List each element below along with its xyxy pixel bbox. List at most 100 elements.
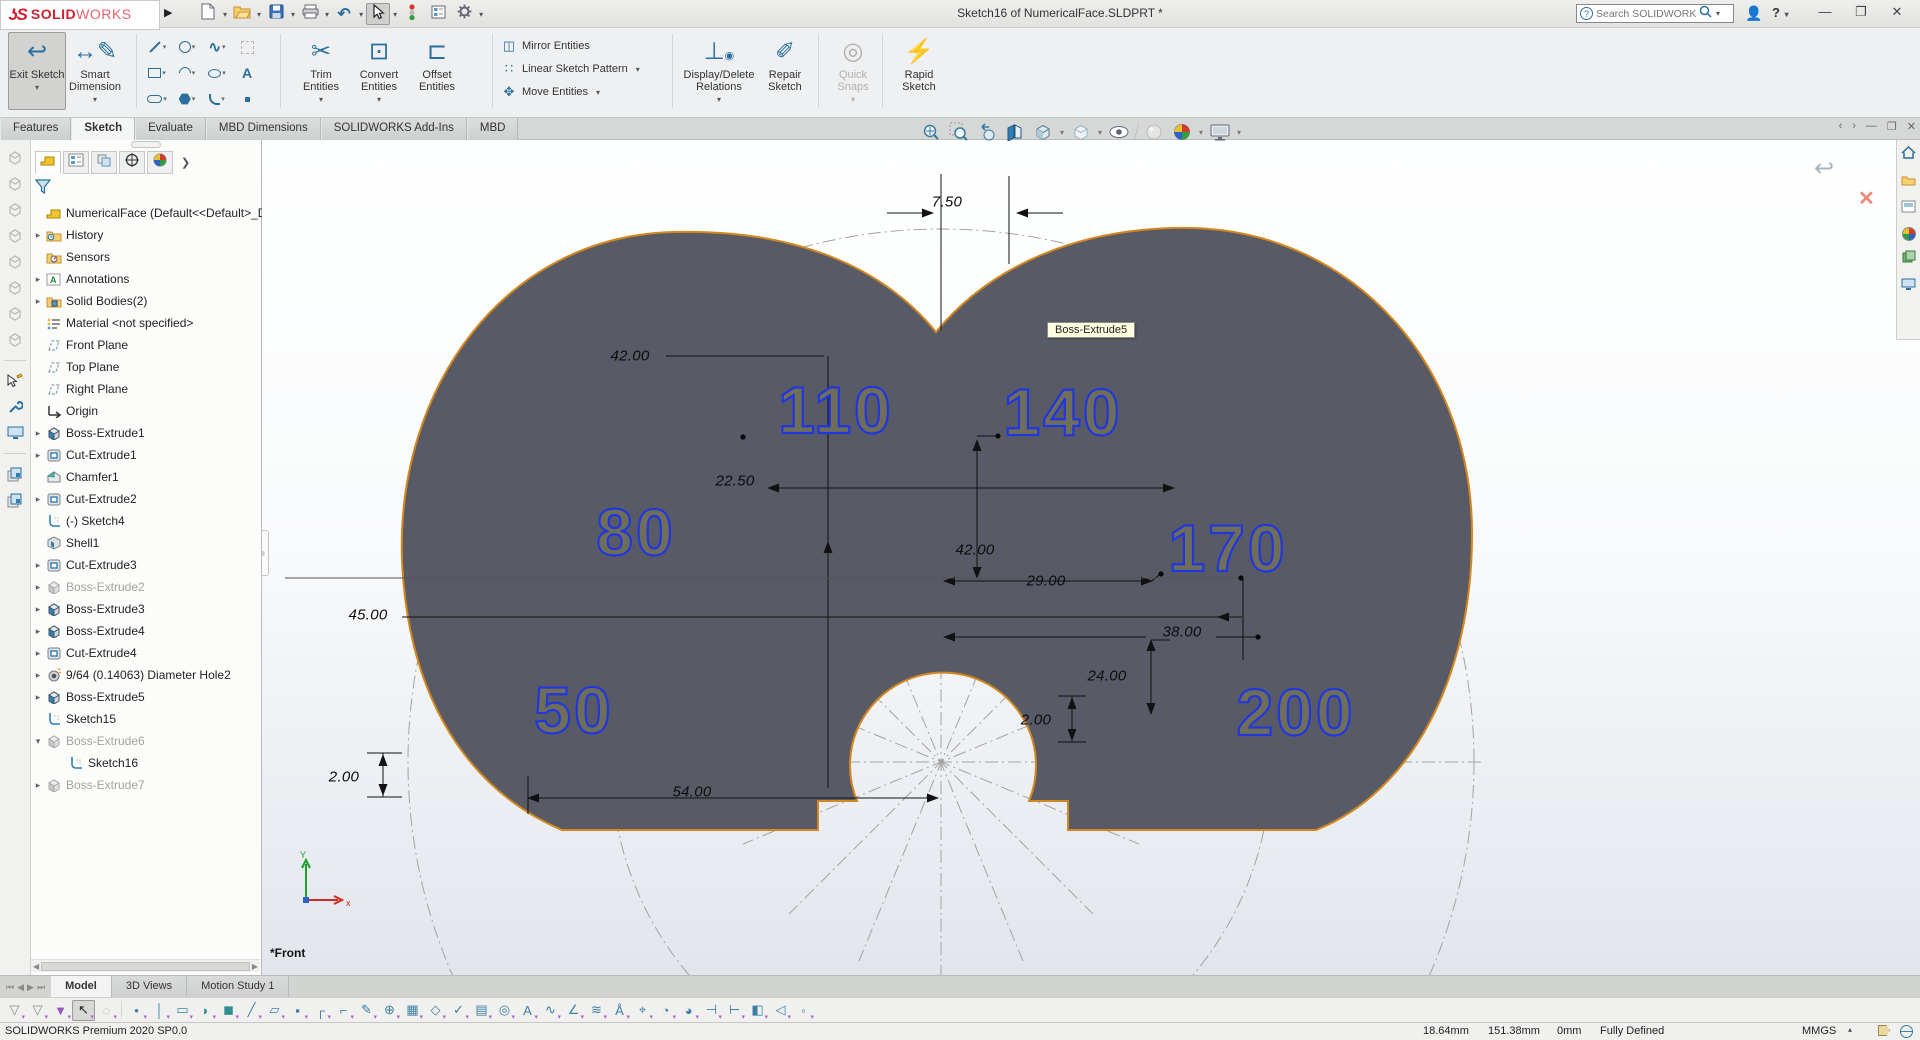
pattern-icon[interactable]: ⌐ ▾ [332, 1000, 355, 1021]
section-plane-icon[interactable]: ▱ ▾ [263, 1000, 286, 1021]
tree-item-shell1[interactable]: Shell1 [31, 532, 260, 554]
close-button[interactable]: ✕ [1884, 4, 1910, 20]
tree-item-top-plane[interactable]: Top Plane [31, 356, 260, 378]
corner-rectangle-icon[interactable]: ▭ ▾ [171, 1000, 194, 1021]
polygon-tool[interactable]: ▾ [172, 86, 202, 112]
tab-model[interactable]: Model [51, 976, 112, 998]
file-properties-button[interactable] [426, 3, 450, 25]
units-selector[interactable]: MMGS [1802, 1025, 1836, 1037]
tree-item-history[interactable]: ▸ History [31, 224, 260, 246]
tab-features[interactable]: Features [0, 118, 72, 140]
expand-arrow-icon[interactable]: ▸ [31, 296, 45, 307]
configuration-manager-tab[interactable] [91, 150, 117, 174]
options-gear-button[interactable] [452, 3, 476, 25]
spline-tool[interactable]: ∿ ▾ [202, 34, 232, 60]
doc-restore-icon[interactable]: ❐ [1887, 120, 1897, 133]
panel-collapse-pill[interactable] [131, 141, 161, 148]
edit-appearance-icon[interactable] [1143, 121, 1165, 143]
view-cube-5-icon[interactable] [5, 252, 25, 272]
tree-item-boss-extrude5[interactable]: ▸ Boss-Extrude5 [31, 686, 260, 708]
dimension-label-22-50[interactable]: 22.50 [715, 473, 754, 490]
property-manager-tab[interactable] [63, 150, 89, 174]
circle-tool[interactable]: ▾ [172, 34, 202, 60]
view-orientation-icon[interactable] [1032, 121, 1054, 143]
tree-item-chamfer1[interactable]: Chamfer1 [31, 466, 260, 488]
view-cube-2-icon[interactable] [5, 174, 25, 194]
expand-arrow-icon[interactable]: ▸ [31, 648, 45, 659]
scroll-right-icon[interactable]: ▶ [252, 962, 258, 971]
offset-entities-button[interactable]: ⊏ Offset Entities [408, 32, 466, 110]
tree-item-cut-extrude1[interactable]: ▸ Cut-Extrude1 [31, 444, 260, 466]
display-window-icon[interactable] [5, 423, 25, 443]
tree-item-material-not-specified[interactable]: Material <not specified> [31, 312, 260, 334]
restore-button[interactable]: ❐ [1848, 4, 1874, 20]
ellipse-tool[interactable]: ▾ [202, 60, 232, 86]
rectangle-tool[interactable]: ▾ [142, 60, 172, 86]
quarter-section-icon[interactable]: ◔ ▾ [654, 1000, 677, 1021]
repair-tool-icon[interactable] [5, 397, 25, 417]
tree-item-9-64-0-14063-diameter-hole2[interactable]: ▸ 9/64 (0.14063) Diameter Hole2 [31, 664, 260, 686]
fillet-tool[interactable]: ▾ [202, 86, 232, 112]
dimension-label-2-00-a[interactable]: 2.00 [1021, 712, 1051, 729]
mirror-entities-button[interactable]: ◫ Mirror Entities [500, 36, 640, 56]
doc-prev-icon[interactable]: ‹ [1839, 120, 1843, 133]
grid-system-icon[interactable]: ▦ ▾ [401, 1000, 424, 1021]
exit-sketch-button[interactable]: ↩ Exit Sketch ▾ [8, 32, 66, 110]
menu-flyout-arrow[interactable]: ▶ [164, 6, 172, 19]
panel-tab-expand-icon[interactable]: ❯ [181, 156, 190, 169]
help-menu[interactable]: ? ▾ [1772, 5, 1790, 20]
open-document-button[interactable] [230, 3, 254, 25]
tree-item-boss-extrude2[interactable]: ▸ Boss-Extrude2 [31, 576, 260, 598]
sketch-point-icon[interactable]: • ▾ [125, 1000, 148, 1021]
sketch-picture-tool[interactable] [232, 34, 262, 60]
select-cursor-icon[interactable]: ↖ ▾ [72, 999, 95, 1021]
filter-wireframe-icon[interactable]: ▽ ▾ [26, 1000, 49, 1021]
dropdown-caret-icon[interactable]: ▾ [1199, 128, 1203, 137]
tree-filter-row[interactable] [34, 178, 52, 200]
save-button[interactable] [264, 3, 288, 25]
tree-item-annotations[interactable]: ▸ A Annotations [31, 268, 260, 290]
centerline-icon[interactable]: │ ▾ [148, 1000, 171, 1021]
login-user-icon[interactable]: 👤 [1745, 5, 1762, 22]
dimxpert-manager-tab[interactable] [119, 150, 145, 174]
graphics-viewport[interactable]: Y x 7.50 42.00 22.50 42.00 29.00 38.00 2… [262, 140, 1920, 975]
line-tool-icon[interactable]: ╱ ▾ [240, 1000, 263, 1021]
filter-graphics-icon[interactable]: ▼ ▾ [49, 1000, 72, 1021]
section-view-icon[interactable] [1004, 121, 1026, 143]
dropdown-caret-icon[interactable]: ▾ [1060, 128, 1064, 137]
view-cube-8-icon[interactable] [5, 330, 25, 350]
display-manager-tab[interactable] [147, 150, 173, 174]
expand-arrow-icon[interactable]: ▸ [31, 692, 45, 703]
panel-horizontal-scrollbar[interactable]: ◀ ▶ [31, 959, 260, 972]
dimension-label-24-00[interactable]: 24.00 [1087, 668, 1126, 685]
expand-arrow-icon[interactable]: ▸ [31, 494, 45, 505]
tree-item-boss-extrude7[interactable]: ▸ Boss-Extrude7 [31, 774, 260, 796]
tree-item-cut-extrude3[interactable]: ▸ Cut-Extrude3 [31, 554, 260, 576]
doc-next-icon[interactable]: › [1852, 120, 1856, 133]
point-icon[interactable]: ▪ ▾ [286, 1000, 309, 1021]
tab-motion-study-1[interactable]: Motion Study 1 [187, 976, 290, 998]
expand-arrow-icon[interactable]: ▸ [31, 582, 45, 593]
point-tool[interactable] [232, 86, 262, 112]
slot-tool[interactable]: ▾ [142, 86, 172, 112]
smart-dimension-button[interactable]: ↔✎ Smart Dimension ▾ [66, 32, 124, 110]
dropdown-caret-icon[interactable]: ▾ [1237, 128, 1241, 137]
view-cube-4-icon[interactable] [5, 226, 25, 246]
taskpane-appearances-icon[interactable] [1901, 227, 1916, 241]
repair-sketch-button[interactable]: ✐ Repair Sketch [756, 32, 814, 110]
view-cube-7-icon[interactable] [5, 304, 25, 324]
mate-left-icon[interactable]: ⊣ ▾ [700, 1000, 723, 1021]
corner-trim-icon[interactable]: ┌ ▾ [309, 1000, 332, 1021]
display-delete-relations-button[interactable]: ⊥◉ Display/Delete Relations ▾ [682, 32, 756, 110]
zoom-to-fit-icon[interactable] [920, 121, 942, 143]
print-button[interactable] [298, 3, 322, 25]
trim-entities-button[interactable]: ✂ Trim Entities ▾ [292, 32, 350, 110]
tree-item-cut-extrude4[interactable]: ▸ Cut-Extrude4 [31, 642, 260, 664]
taskpane-home-icon[interactable] [1901, 145, 1916, 164]
dimension-label-7-50[interactable]: 7.50 [932, 194, 962, 211]
expand-arrow-icon[interactable]: ▸ [31, 626, 45, 637]
doc-close-icon[interactable]: ✕ [1907, 120, 1916, 133]
tree-item-front-plane[interactable]: Front Plane [31, 334, 260, 356]
linear-sketch-pattern-button[interactable]: ∷ Linear Sketch Pattern ▾ [500, 59, 640, 79]
expand-arrow-icon[interactable]: ▸ [31, 670, 45, 681]
